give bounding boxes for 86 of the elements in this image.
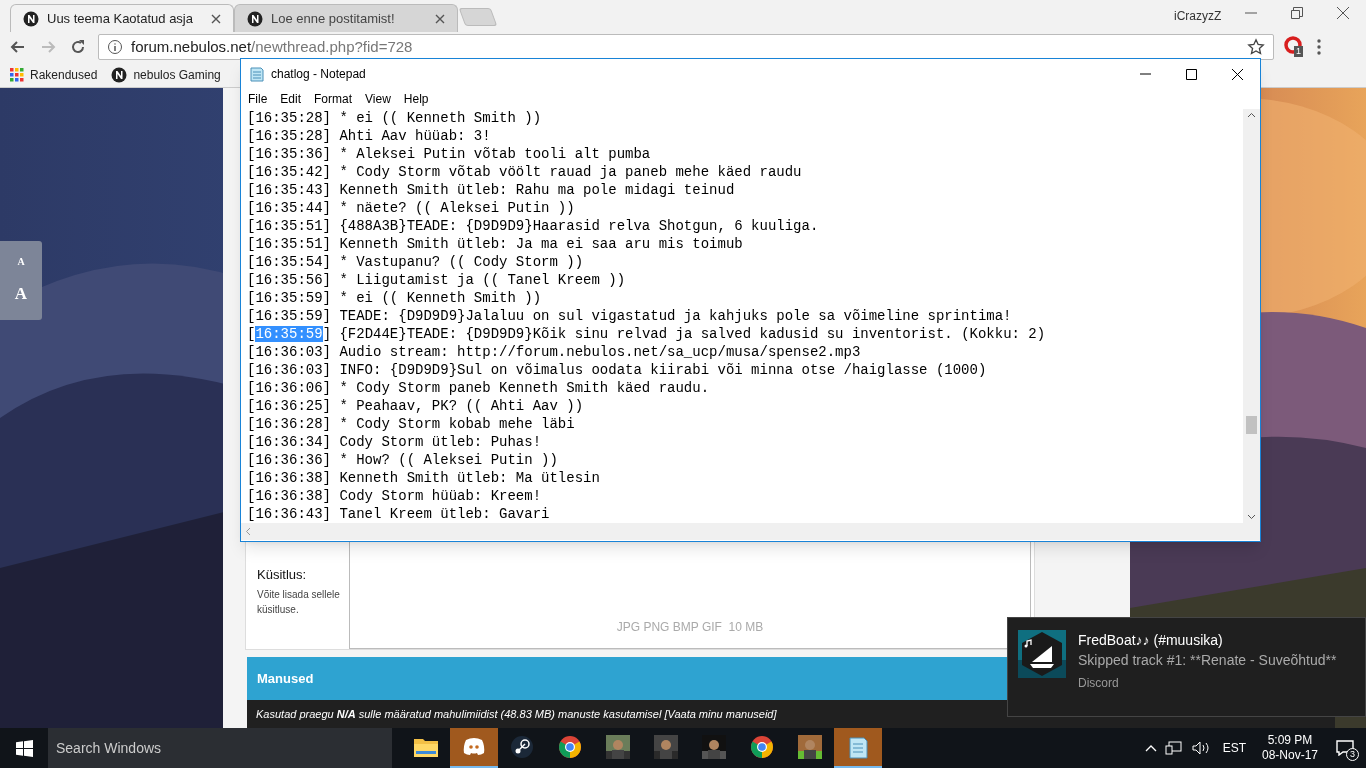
menu-item[interactable]: Format bbox=[314, 90, 353, 108]
menu-item[interactable]: File bbox=[248, 90, 268, 108]
notification-title: FredBoat♪♪ (#muusika) bbox=[1078, 631, 1224, 650]
text-line: [16:35:59] * ei (( Kenneth Smith )) bbox=[247, 289, 543, 307]
scroll-thumb[interactable] bbox=[1246, 416, 1257, 434]
vertical-scrollbar[interactable] bbox=[1243, 109, 1260, 523]
text-line: [16:36:25] * Peahaav, PK? (( Ahti Aav )) bbox=[247, 397, 585, 415]
text-line: [16:36:38] Cody Storm hüüab: Kreem! bbox=[247, 487, 543, 505]
restore-icon bbox=[1291, 7, 1303, 19]
text-line: [16:36:03] Audio stream: http://forum.nebulos.net/sa_ucp/musa/spense2.mp3 bbox=[247, 343, 862, 361]
menu-icon[interactable] bbox=[1316, 38, 1322, 56]
minimize-icon bbox=[1139, 73, 1151, 75]
text-line: [16:35:59] {F2D44E}TEADE: {D9D9D9}Kõik sinu relvad ja salved kadusid su inventorist. (Kokku: 2) bbox=[247, 325, 1047, 343]
text-line: [16:36:28] * Cody Storm kobab mehe läbi bbox=[247, 415, 576, 433]
profile-name[interactable]: iCrazyzZ bbox=[1174, 7, 1222, 25]
tab-title: Loe enne postitamist! bbox=[271, 9, 396, 28]
action-center-button[interactable]: 3 bbox=[1330, 733, 1360, 763]
text-line: [16:35:51] Kenneth Smith ütleb: Ja ma ei saa aru mis toimub bbox=[247, 235, 744, 253]
language-indicator[interactable]: EST bbox=[1218, 739, 1250, 757]
steam-icon bbox=[510, 735, 534, 759]
text-line: [16:35:59] TEADE: {D9D9D9}Jalaluu on sul vigastatud ja kahjuks pole sa võimeline sprintima! bbox=[247, 307, 1013, 325]
browser-tab[interactable]: Uus teema Kaotatud asja bbox=[10, 4, 234, 32]
maximize-icon bbox=[1185, 68, 1197, 80]
star-icon[interactable] bbox=[1247, 38, 1265, 56]
text-line: [16:36:36] * How? (( Aleksei Putin )) bbox=[247, 451, 559, 469]
text-line: [16:35:28] * ei (( Kenneth Smith )) bbox=[247, 109, 543, 127]
chevron-up-icon[interactable] bbox=[1144, 743, 1157, 753]
font-size-button[interactable]: A bbox=[14, 281, 28, 307]
text-line: [16:35:36] * Aleksei Putin võtab tooli alt pumba bbox=[247, 145, 652, 163]
text-line: [16:36:43] Tanel Kreem ütleb: Gavari bbox=[247, 505, 551, 523]
menu-item[interactable]: Edit bbox=[280, 90, 302, 108]
notepad-icon bbox=[249, 66, 265, 82]
extension-button[interactable]: 1 bbox=[1284, 36, 1306, 58]
clock[interactable]: 5:09 PM 08-Nov-17 bbox=[1257, 733, 1322, 763]
browser-tab[interactable]: Loe enne postitamist! bbox=[234, 4, 458, 32]
menu-item[interactable]: View bbox=[365, 90, 391, 108]
close-icon[interactable] bbox=[435, 13, 445, 24]
poll-description: Võite lisada sellele küsitluse. bbox=[257, 587, 341, 617]
window-title: chatlog - Notepad bbox=[271, 66, 366, 83]
upload-hint: JPG PNG BMP GIF 10 MB bbox=[616, 619, 764, 636]
site-icon bbox=[247, 10, 263, 27]
network-icon[interactable] bbox=[1164, 740, 1183, 756]
info-icon[interactable] bbox=[107, 39, 123, 55]
notification-source: Discord bbox=[1078, 675, 1120, 692]
text-line: [16:35:28] Ahti Aav hüüab: 3! bbox=[247, 127, 492, 145]
minimize-icon bbox=[1245, 12, 1257, 14]
site-icon bbox=[23, 10, 39, 27]
text-line: [16:36:03] INFO: {D9D9D9}Sul on võimalus oodata kiirabi või minna otse /haiglasse (1000) bbox=[247, 361, 988, 379]
address-bar[interactable]: forum.nebulos.net/newthread.php?fid=728 bbox=[98, 34, 1274, 60]
close-icon[interactable] bbox=[211, 13, 221, 24]
text-line: [16:35:43] Kenneth Smith ütleb: Rahu ma pole midagi teinud bbox=[247, 181, 736, 199]
extension-badge: 1 bbox=[1294, 46, 1303, 57]
browser-icon bbox=[558, 735, 582, 759]
text-line: [16:35:54] * Vastupanu? (( Cody Storm )) bbox=[247, 253, 585, 271]
bookmark[interactable]: Rakendused bbox=[10, 65, 98, 84]
arrow-up-icon[interactable] bbox=[1247, 112, 1256, 118]
notepad-icon bbox=[847, 735, 869, 759]
text-line: [16:36:34] Cody Storm ütleb: Puhas! bbox=[247, 433, 543, 451]
url-text: forum.nebulos.net/newthread.php?fid=728 bbox=[131, 36, 414, 57]
arrow-down-icon[interactable] bbox=[1247, 514, 1256, 520]
text-line: [16:36:06] * Cody Storm paneb Kenneth Smith käed raudu. bbox=[247, 379, 711, 397]
folder-icon bbox=[414, 737, 438, 757]
text-line: [16:35:44] * näete? (( Aleksei Putin )) bbox=[247, 199, 576, 217]
browser-icon bbox=[750, 735, 774, 759]
horizontal-scrollbar[interactable] bbox=[241, 523, 1260, 540]
notification-toast[interactable]: FredBoat♪♪ (#muusika) Skipped track #1: **Renate - Suveõhtud** Discord bbox=[1007, 617, 1366, 717]
close-icon bbox=[1337, 7, 1349, 19]
close-icon bbox=[1231, 68, 1243, 80]
ring-icon bbox=[1284, 36, 1302, 54]
site-icon bbox=[111, 66, 128, 83]
tab-title: Uus teema Kaotatud asja bbox=[47, 9, 194, 28]
windows-icon bbox=[15, 739, 33, 757]
text-line: [16:35:42] * Cody Storm võtab vöölt rauad ja paneb mehe käed raudu bbox=[247, 163, 803, 181]
search-field[interactable]: Search Windows bbox=[48, 728, 392, 768]
notification-badge: 3 bbox=[1346, 748, 1359, 761]
text-line: [16:36:38] Kenneth Smith ütleb: Ma ütlesin bbox=[247, 469, 601, 487]
volume-icon[interactable] bbox=[1190, 740, 1211, 756]
font-size-button[interactable]: A bbox=[17, 254, 25, 270]
bookmark[interactable]: nebulos Gaming bbox=[111, 65, 221, 84]
poll-title: Küsitlus: bbox=[257, 566, 308, 584]
sailboat-icon bbox=[1018, 630, 1066, 678]
text-line: [16:35:51] {488A3B}TEADE: {D9D9D9}Haarasid relva Shotgun, 6 kuuliga. bbox=[247, 217, 820, 235]
text-line: [16:35:56] * Liigutamist ja (( Tanel Kreem )) bbox=[247, 271, 627, 289]
apps-icon bbox=[10, 67, 24, 82]
message-icon bbox=[1336, 740, 1354, 756]
menu-item[interactable]: Help bbox=[403, 90, 429, 108]
